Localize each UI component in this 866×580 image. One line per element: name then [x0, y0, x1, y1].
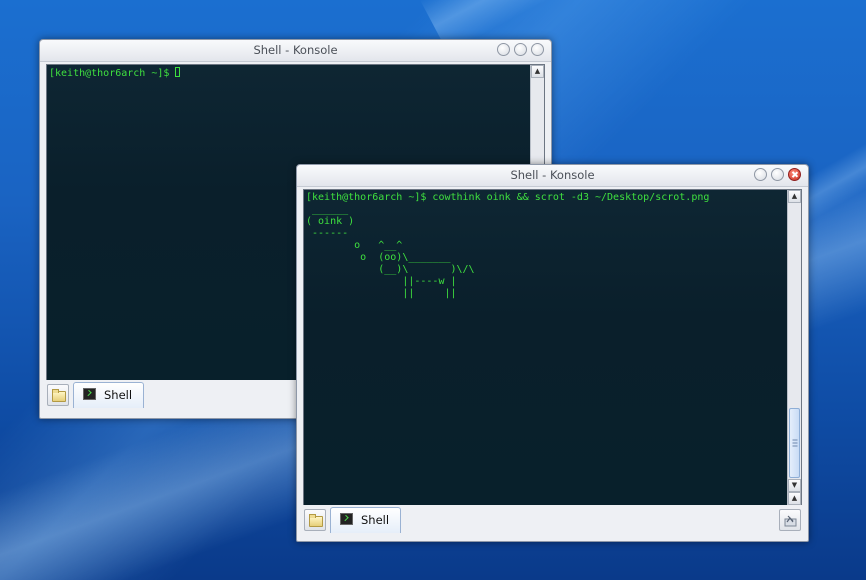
- tab-label: Shell: [104, 388, 133, 402]
- tab-shell[interactable]: Shell: [330, 507, 401, 533]
- close-tab-icon: [784, 515, 797, 527]
- terminal-line: o ^__^: [306, 240, 403, 251]
- new-tab-button[interactable]: [47, 384, 69, 406]
- window-titlebar[interactable]: Shell - Konsole: [297, 165, 808, 187]
- grip-icon: [792, 439, 797, 447]
- terminal-cursor: [175, 67, 181, 77]
- terminal-line: o (oo)\_______: [306, 252, 451, 263]
- terminal-line: [keith@thor6arch ~]$ cowthink oink && sc…: [306, 192, 710, 203]
- scroll-up-arrow-icon[interactable]: ▲: [531, 65, 544, 78]
- terminal-icon: [340, 513, 353, 525]
- minimize-button[interactable]: [497, 43, 510, 56]
- terminal-line: ( oink ): [306, 216, 355, 227]
- scroll-up-arrow-icon[interactable]: ▲: [788, 190, 801, 203]
- konsole-window-foreground[interactable]: Shell - Konsole [keith@thor6arch ~]$ cow…: [296, 164, 809, 542]
- tab-label: Shell: [361, 513, 390, 527]
- close-button[interactable]: [531, 43, 544, 56]
- window-titlebar[interactable]: Shell - Konsole: [40, 40, 551, 62]
- tab-bar: Shell: [297, 505, 808, 535]
- window-title: Shell - Konsole: [510, 168, 595, 182]
- tab-shell[interactable]: Shell: [73, 382, 144, 408]
- terminal-scrollbar[interactable]: ▲ ▼ ▲: [787, 190, 801, 506]
- terminal-line: || ||: [306, 288, 457, 299]
- folder-icon: [52, 389, 66, 402]
- folder-icon: [309, 514, 323, 527]
- close-button[interactable]: [788, 168, 801, 181]
- new-tab-button[interactable]: [304, 509, 326, 531]
- maximize-button[interactable]: [771, 168, 784, 181]
- terminal-area[interactable]: [keith@thor6arch ~]$ cowthink oink && sc…: [303, 189, 802, 507]
- terminal-icon: [83, 388, 96, 400]
- terminal-line: ______: [306, 204, 349, 215]
- terminal-line: (__)\ )\/\: [306, 264, 475, 275]
- terminal-output: [keith@thor6arch ~]$: [49, 67, 181, 80]
- terminal-line: ------: [306, 228, 349, 239]
- minimize-button[interactable]: [754, 168, 767, 181]
- scroll-thumb[interactable]: [789, 408, 800, 478]
- scroll-down-arrow-icon[interactable]: ▼: [788, 479, 801, 492]
- scroll-up-arrow-icon[interactable]: ▲: [788, 492, 801, 505]
- terminal-line: [keith@thor6arch ~]$: [49, 68, 176, 79]
- window-title: Shell - Konsole: [253, 43, 338, 57]
- terminal-line: ||----w |: [306, 276, 457, 287]
- close-tab-button[interactable]: [779, 509, 801, 531]
- maximize-button[interactable]: [514, 43, 527, 56]
- terminal-output: [keith@thor6arch ~]$ cowthink oink && sc…: [306, 192, 709, 300]
